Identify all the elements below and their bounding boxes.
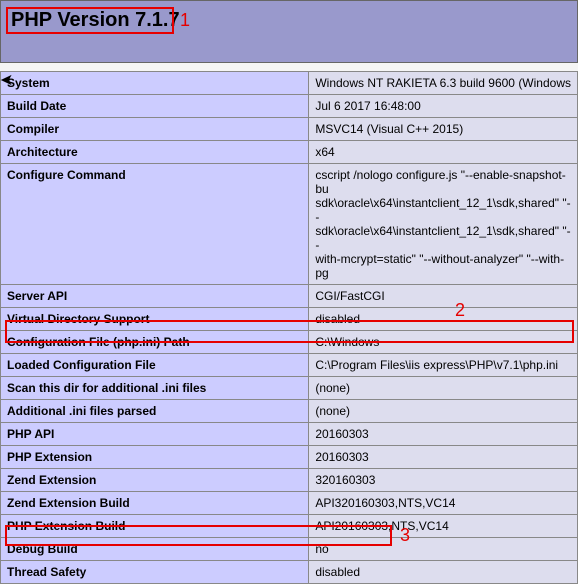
config-key: Configuration File (php.ini) Path [1, 331, 309, 354]
config-key: Loaded Configuration File [1, 354, 309, 377]
config-key: Scan this dir for additional .ini files [1, 377, 309, 400]
config-key: Zend Extension Build [1, 492, 309, 515]
table-row: Scan this dir for additional .ini files(… [1, 377, 578, 400]
config-value: C:\Windows [309, 331, 578, 354]
config-value: CGI/FastCGI [309, 285, 578, 308]
table-row: Server APICGI/FastCGI [1, 285, 578, 308]
config-value: C:\Program Files\iis express\PHP\v7.1\ph… [309, 354, 578, 377]
table-row: Zend Extension BuildAPI320160303,NTS,VC1… [1, 492, 578, 515]
config-value: no [309, 538, 578, 561]
config-key: PHP Extension [1, 446, 309, 469]
config-value: cscript /nologo configure.js "--enable-s… [309, 164, 578, 285]
config-value: Windows NT RAKIETA 6.3 build 9600 (Windo… [309, 72, 578, 95]
config-value: 20160303 [309, 446, 578, 469]
table-row: PHP Extension20160303 [1, 446, 578, 469]
table-row: Architecturex64 [1, 141, 578, 164]
table-row: PHP Extension BuildAPI20160303,NTS,VC14 [1, 515, 578, 538]
config-key: Additional .ini files parsed [1, 400, 309, 423]
config-key: Debug Build [1, 538, 309, 561]
config-value: disabled [309, 308, 578, 331]
config-value: API320160303,NTS,VC14 [309, 492, 578, 515]
table-row: PHP API20160303 [1, 423, 578, 446]
config-value: x64 [309, 141, 578, 164]
table-row: Build DateJul 6 2017 16:48:00 [1, 95, 578, 118]
config-key: Compiler [1, 118, 309, 141]
config-value: disabled [309, 561, 578, 584]
config-key: Server API [1, 285, 309, 308]
table-row: Loaded Configuration FileC:\Program File… [1, 354, 578, 377]
table-row: Thread Safetydisabled [1, 561, 578, 584]
table-row: Debug Buildno [1, 538, 578, 561]
table-row: CompilerMSVC14 (Visual C++ 2015) [1, 118, 578, 141]
table-row: Configure Commandcscript /nologo configu… [1, 164, 578, 285]
config-key: Thread Safety [1, 561, 309, 584]
config-value: 20160303 [309, 423, 578, 446]
config-key: Virtual Directory Support [1, 308, 309, 331]
config-key: Build Date [1, 95, 309, 118]
config-key: Configure Command [1, 164, 309, 285]
phpinfo-table: SystemWindows NT RAKIETA 6.3 build 9600 … [0, 71, 578, 584]
config-value: (none) [309, 377, 578, 400]
config-key: Zend Extension [1, 469, 309, 492]
config-key: PHP API [1, 423, 309, 446]
config-value: Jul 6 2017 16:48:00 [309, 95, 578, 118]
phpinfo-header: PHP Version 7.1.7 [0, 0, 578, 63]
config-value: (none) [309, 400, 578, 423]
table-row: SystemWindows NT RAKIETA 6.3 build 9600 … [1, 72, 578, 95]
config-key: PHP Extension Build [1, 515, 309, 538]
config-value: 320160303 [309, 469, 578, 492]
config-value: API20160303,NTS,VC14 [309, 515, 578, 538]
table-row: Additional .ini files parsed(none) [1, 400, 578, 423]
config-key: Architecture [1, 141, 309, 164]
config-value: MSVC14 (Visual C++ 2015) [309, 118, 578, 141]
page-title: PHP Version 7.1.7 [11, 9, 180, 32]
table-row: Virtual Directory Supportdisabled [1, 308, 578, 331]
table-row: Configuration File (php.ini) PathC:\Wind… [1, 331, 578, 354]
config-key: System [1, 72, 309, 95]
table-row: Zend Extension320160303 [1, 469, 578, 492]
